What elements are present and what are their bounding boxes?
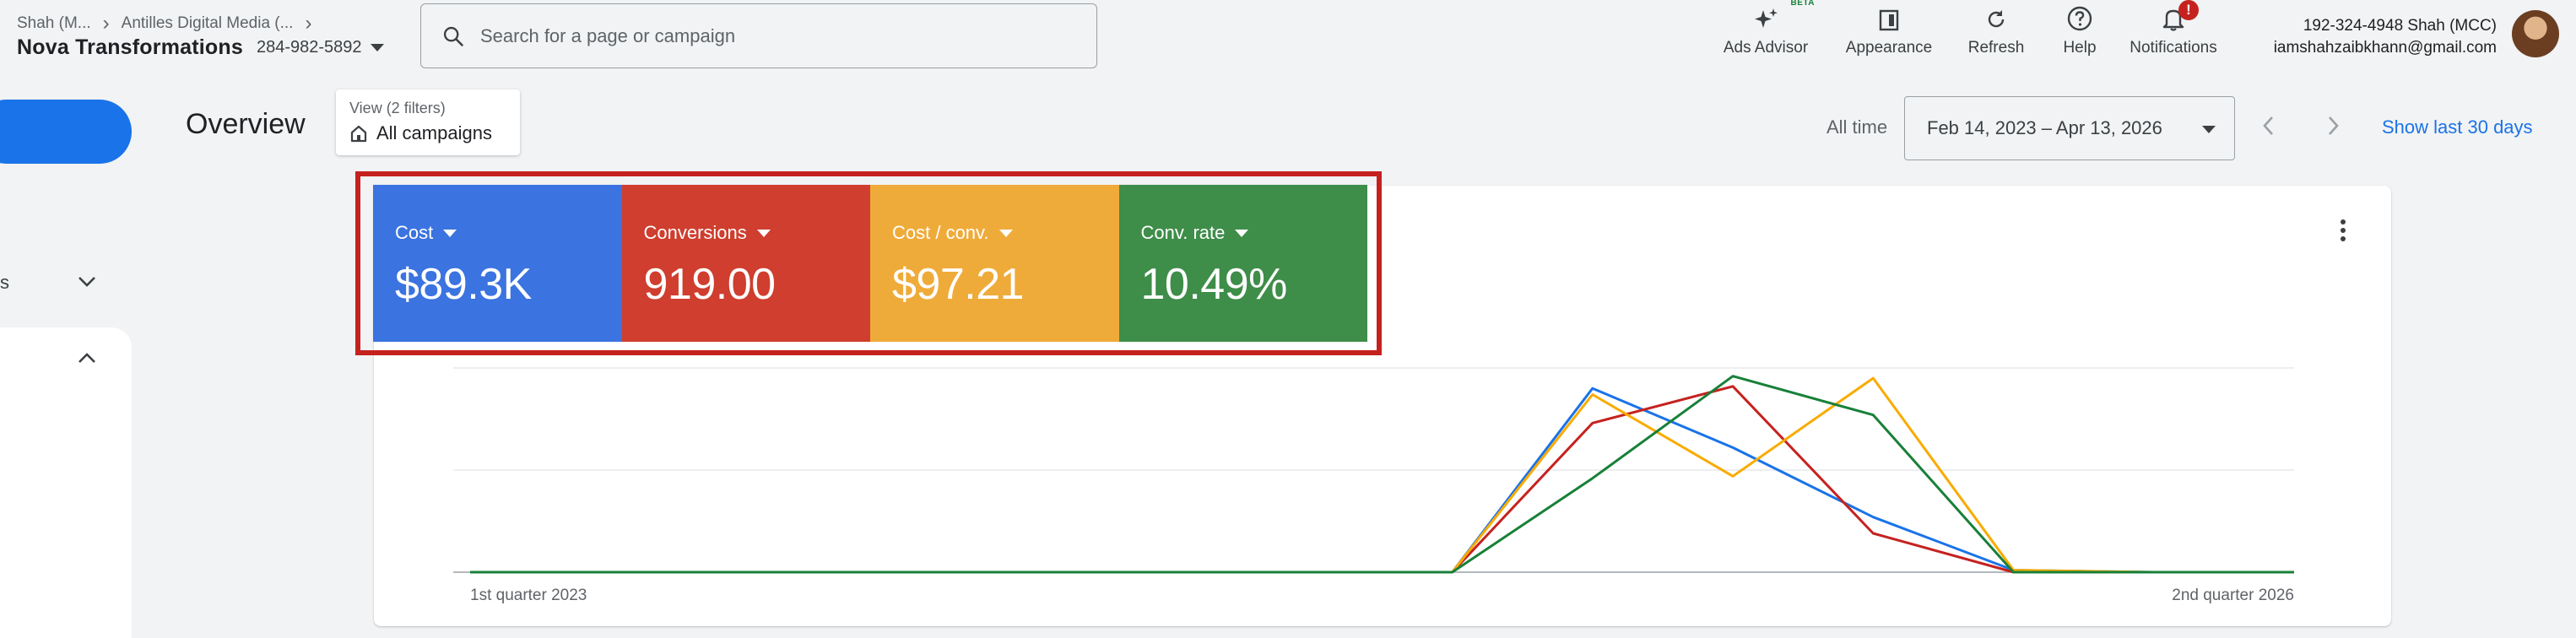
caret-down-icon[interactable] [443, 229, 457, 237]
series-line-2 [470, 376, 2294, 574]
scorecards: Cost $89.3K Conversions 919.00 Cost / conv. $… [373, 185, 1367, 342]
x-tick-label-start: 1st quarter 2023 [470, 587, 587, 604]
caret-down-icon[interactable] [1235, 229, 1249, 237]
scorecard-label[interactable]: Cost [395, 222, 433, 244]
series-line-3 [470, 375, 2294, 574]
caret-down-icon[interactable] [998, 229, 1013, 237]
scorecard-label[interactable]: Conv. rate [1141, 222, 1226, 244]
caret-down-icon[interactable] [756, 229, 771, 237]
scorecard-value: 919.00 [643, 260, 777, 309]
scorecard-value: 10.49% [1140, 260, 1288, 309]
scorecard-label[interactable]: Conversions [644, 222, 747, 244]
scorecard-value: $89.3K [395, 260, 532, 309]
scorecard-value: $97.21 [892, 260, 1025, 309]
scorecard-cost-per-conversion[interactable]: Cost / conv. $97.21 [870, 185, 1119, 342]
scorecard-conversion-rate[interactable]: Conv. rate 10.49% [1118, 185, 1367, 342]
x-tick-label-end: 2nd quarter 2026 [2172, 587, 2294, 604]
series-line-1 [470, 385, 2294, 574]
series-line-0 [470, 387, 2294, 574]
scorecard-label[interactable]: Cost / conv. [892, 222, 989, 244]
scorecard-cost[interactable]: Cost $89.3K [373, 185, 622, 342]
scorecard-conversions[interactable]: Conversions 919.00 [621, 185, 870, 342]
